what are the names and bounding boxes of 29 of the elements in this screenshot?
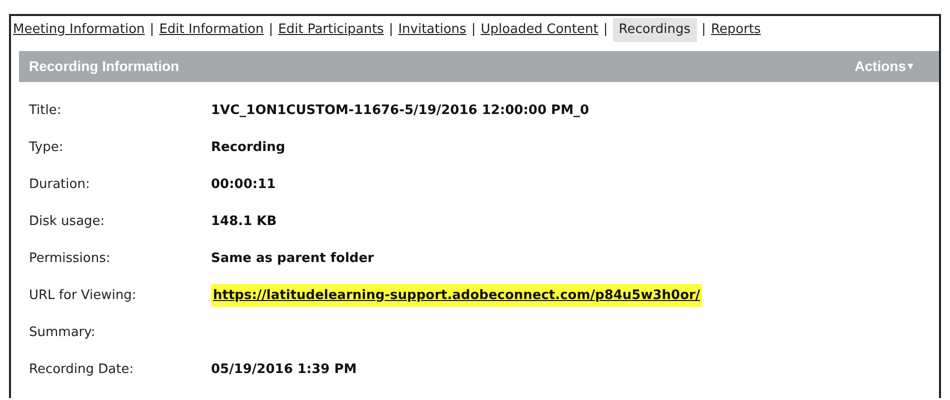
- field-label: Duration:: [28, 176, 91, 194]
- field-label: Type:: [28, 138, 64, 157]
- tab[interactable]: Invitations: [398, 20, 466, 40]
- separator: |: [388, 21, 394, 40]
- field-label: Summary:: [28, 324, 96, 342]
- tab[interactable]: Uploaded Content: [480, 20, 598, 40]
- separator: |: [471, 21, 476, 40]
- tab[interactable]: Recordings: [612, 18, 697, 42]
- field-label: Disk usage:: [28, 212, 106, 231]
- field-value: 05/19/2016 1:39 PM: [211, 360, 357, 379]
- panel-title: Recording Information: [29, 57, 180, 76]
- tab[interactable]: Reports: [710, 20, 761, 40]
- field-value: 148.1 KB: [211, 212, 277, 231]
- separator: |: [702, 21, 706, 40]
- separator: |: [268, 21, 274, 40]
- separator: |: [603, 21, 608, 40]
- field-label: URL for Viewing:: [28, 286, 138, 305]
- field-label: Permissions:: [28, 250, 112, 268]
- tab[interactable]: Edit Participants: [278, 20, 384, 40]
- field-value: Recording: [211, 138, 286, 157]
- field-value: 1VC_1ON1CUSTOM-11676-5/19/2016 12:00:00 PM_0: [211, 102, 590, 120]
- field-label: Recording Date:: [28, 360, 135, 379]
- field-value: Same as parent folder: [211, 250, 374, 268]
- tab[interactable]: Edit Information: [159, 20, 264, 40]
- tab[interactable]: Meeting Information: [13, 20, 145, 40]
- separator: |: [150, 21, 154, 40]
- field-label: Title:: [28, 102, 62, 120]
- field-value: 00:00:11: [211, 176, 276, 194]
- viewing-link[interactable]: https://latitudelearning-support.adobeconnect.com/p84u5w3h0or/: [211, 284, 702, 308]
